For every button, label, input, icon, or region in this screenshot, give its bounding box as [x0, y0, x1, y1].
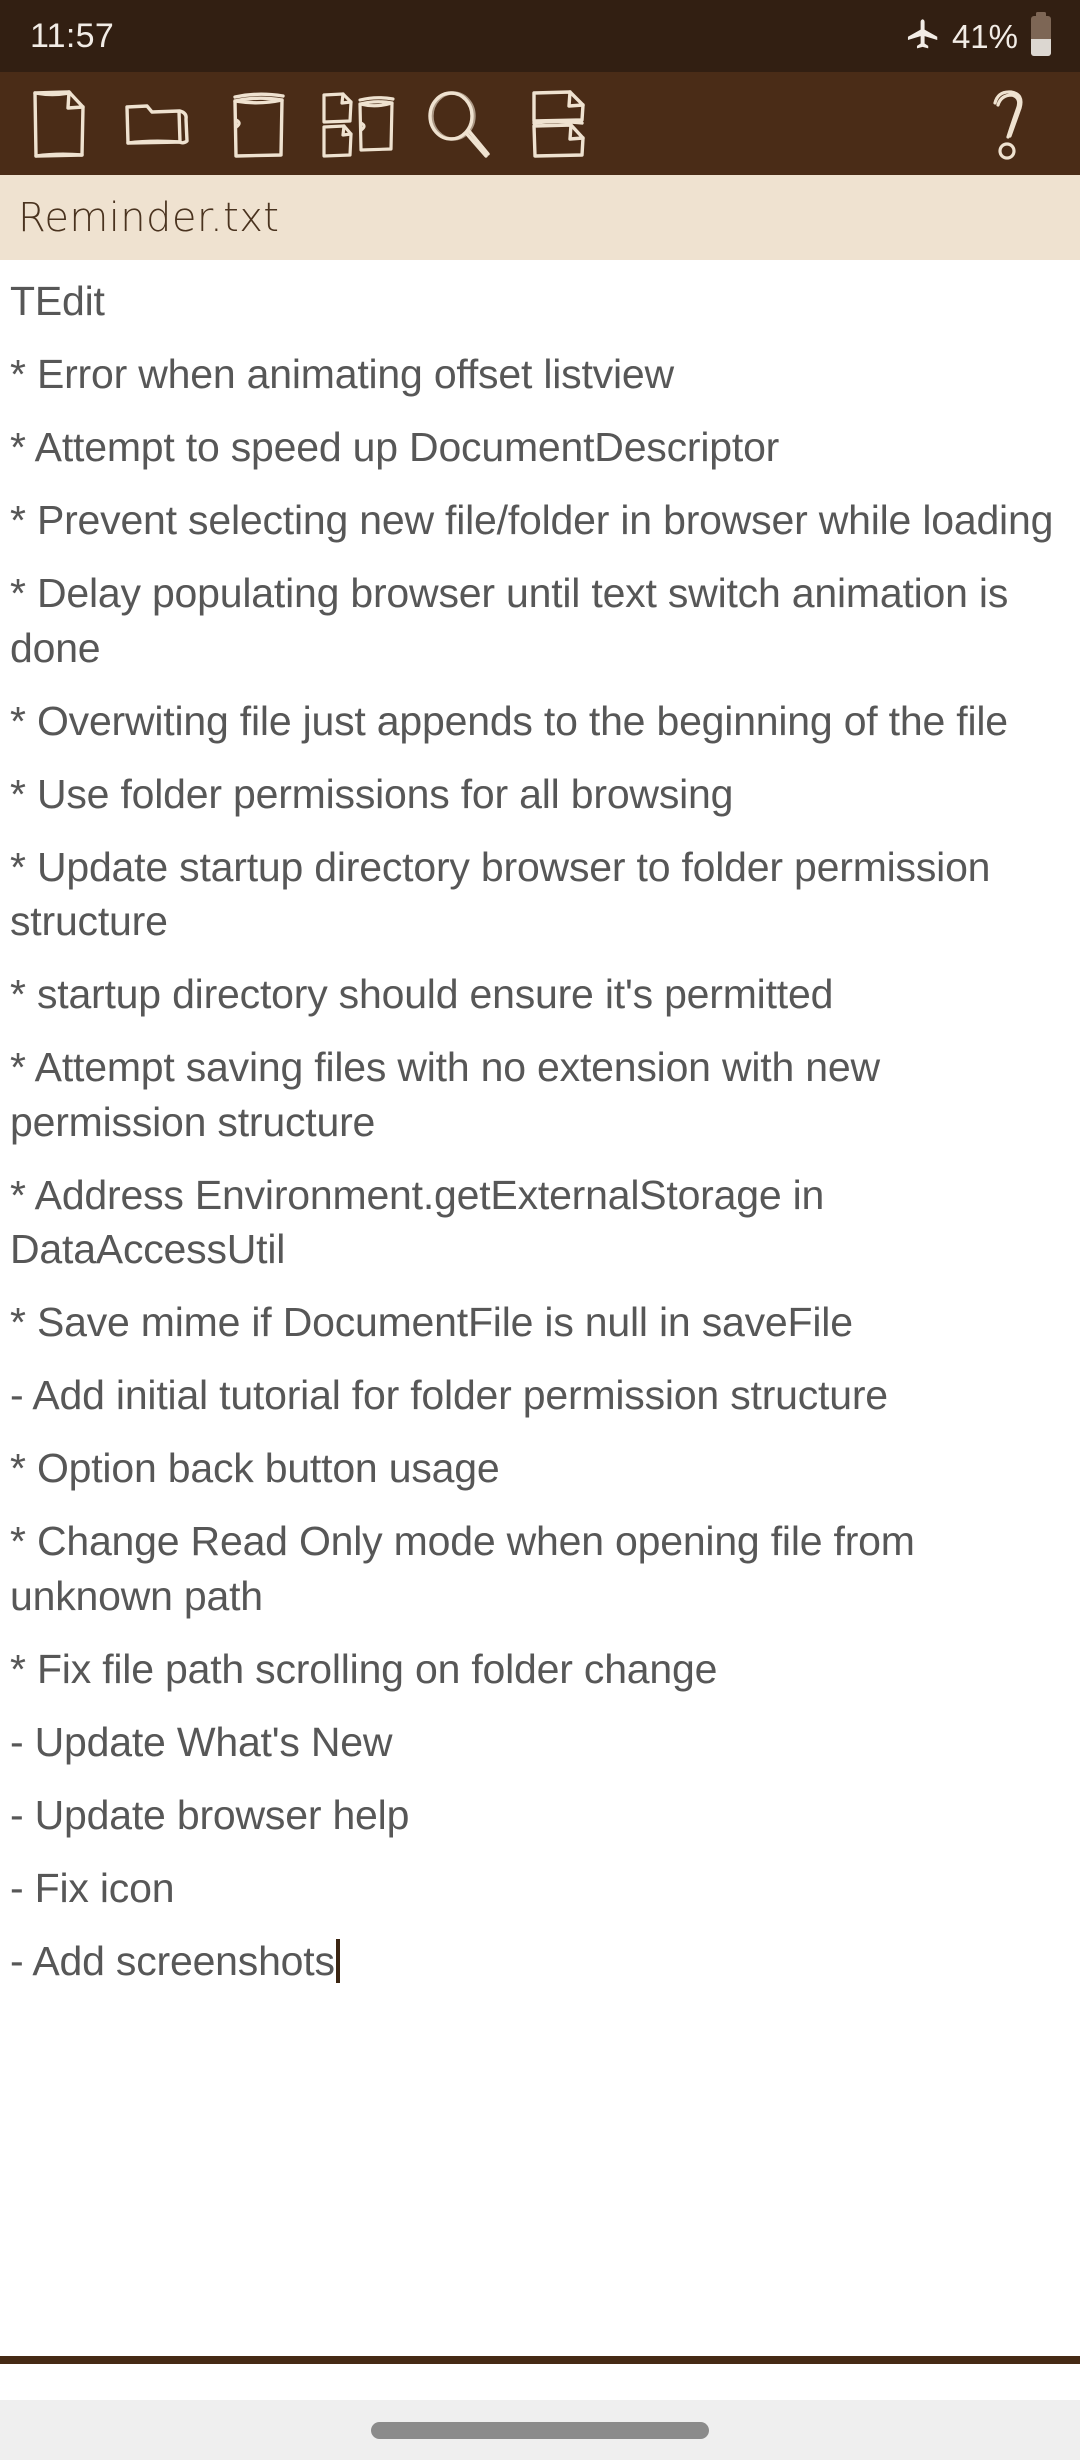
doc-line: * Prevent selecting new file/folder in b…: [10, 497, 1054, 543]
open-folder-icon[interactable]: [108, 72, 208, 175]
app-screen: 11:57 41% Reminder.txt TEdit * Error whe…: [0, 0, 1080, 2460]
filename-bar[interactable]: Reminder.txt: [0, 175, 1080, 260]
doc-line: * Attempt to speed up DocumentDescriptor: [10, 424, 780, 470]
doc-line: * Change Read Only mode when opening fil…: [10, 1518, 926, 1619]
doc-line: - Update What's New: [10, 1718, 393, 1765]
battery-icon: [1028, 11, 1054, 61]
text-cursor: [335, 1938, 340, 1983]
search-icon[interactable]: [408, 72, 508, 175]
doc-line: * Attempt saving files with no extension…: [10, 1044, 892, 1145]
doc-line: * Address Environment.getExternalStorage…: [10, 1171, 836, 1273]
doc-line: - Add initial tutorial for folder permis…: [10, 1372, 888, 1418]
doc-line: - Update browser help: [10, 1791, 410, 1838]
doc-line-text: - Add screenshots: [10, 1937, 335, 1984]
status-bar: 11:57 41%: [0, 0, 1080, 72]
airplane-mode-icon: [904, 17, 942, 55]
doc-line: TEdit: [10, 278, 105, 324]
status-indicators: 41%: [904, 11, 1054, 61]
doc-line: * Fix file path scrolling on folder chan…: [10, 1645, 718, 1692]
doc-line: * Error when animating offset listview: [10, 351, 674, 397]
doc-line: * Option back button usage: [10, 1445, 500, 1491]
filename-label: Reminder.txt: [18, 194, 280, 241]
doc-line: * Use folder permissions for all browsin…: [10, 770, 734, 817]
new-file-icon[interactable]: [8, 72, 108, 175]
help-question-icon[interactable]: [958, 72, 1058, 175]
doc-line: - Fix icon: [10, 1864, 175, 1911]
text-editor-area[interactable]: TEdit * Error when animating offset list…: [0, 260, 1080, 2400]
battery-percent-label: 41%: [951, 17, 1018, 55]
gesture-handle[interactable]: [371, 2421, 709, 2439]
doc-line: * Overwiting file just appends to the be…: [10, 697, 1008, 744]
doc-line: * startup directory should ensure it's p…: [10, 971, 834, 1017]
status-clock: 11:57: [30, 17, 115, 55]
save-file-icon[interactable]: [208, 72, 308, 175]
doc-line-with-caret: - Add screenshots: [10, 1934, 1070, 1989]
doc-line: * Update startup directory browser to fo…: [10, 843, 1002, 945]
toolbar: [0, 72, 1080, 175]
doc-line: * Delay populating browser until text sw…: [10, 570, 1020, 671]
split-file-icon[interactable]: [508, 72, 608, 175]
save-as-file-icon[interactable]: [308, 72, 408, 175]
system-navigation-bar: [0, 2400, 1080, 2460]
editor-underline: [0, 2356, 1080, 2364]
doc-line: * Save mime if DocumentFile is null in s…: [10, 1299, 853, 1345]
